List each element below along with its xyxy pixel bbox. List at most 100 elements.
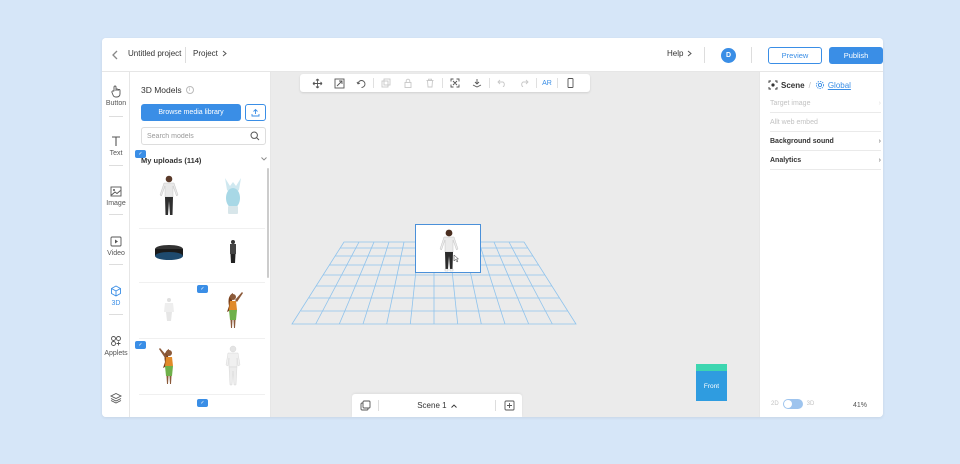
web-embed-row[interactable]: Allt web embed — [770, 113, 881, 132]
layers-icon — [110, 391, 122, 405]
target-image-row[interactable]: Target image › — [770, 94, 881, 113]
rail-item-label: Image — [106, 200, 126, 207]
row-label: Target image — [770, 99, 811, 107]
rail-item-label: 3D — [111, 300, 121, 307]
rail-item-image[interactable]: Image — [102, 184, 130, 207]
upload-tag: ✓ — [135, 150, 146, 158]
project-menu[interactable]: Project — [193, 49, 227, 58]
selected-model[interactable] — [415, 224, 481, 273]
help-menu[interactable]: Help — [667, 49, 693, 58]
chevron-right-icon — [688, 50, 693, 57]
divider — [109, 314, 123, 315]
model-thumbnail[interactable] — [203, 226, 263, 278]
chevron-right-icon: › — [878, 99, 881, 107]
divider — [109, 264, 123, 265]
chevron-right-icon: › — [878, 156, 881, 164]
add-scene-icon[interactable] — [496, 400, 522, 411]
rail-item-button[interactable]: Button — [102, 84, 130, 107]
tab-global[interactable]: Global — [815, 80, 851, 90]
models-panel: 3D Models i Browse media library My uplo… — [131, 72, 271, 417]
rail-item-label: Video — [107, 250, 125, 257]
divider — [109, 116, 123, 117]
gear-icon — [815, 80, 824, 90]
view-cube[interactable]: Front — [696, 364, 727, 401]
rail-item-3d[interactable]: 3D — [102, 284, 130, 307]
scene-canvas[interactable]: AR Front Scene 1 — [271, 72, 759, 417]
model-thumbnail[interactable] — [139, 396, 199, 417]
preview-button[interactable]: Preview — [768, 47, 822, 64]
tab-separator: / — [808, 80, 811, 90]
panel-tabs: Scene / Global — [768, 80, 851, 90]
scene-name: Scene 1 — [417, 401, 447, 410]
divider — [109, 165, 123, 166]
rail-item-label: Button — [105, 100, 127, 107]
divider — [704, 47, 705, 63]
avatar[interactable]: D — [721, 48, 736, 63]
help-menu-label: Help — [667, 49, 684, 58]
scene-bar: Scene 1 — [352, 394, 522, 417]
tab-scene-label: Scene — [781, 80, 805, 90]
browse-media-library-button[interactable]: Browse media library — [141, 104, 241, 121]
view-mode-toggle: 2D 3D — [771, 399, 814, 409]
divider — [139, 338, 265, 339]
tab-global-label: Global — [827, 80, 851, 90]
model-thumbnail[interactable] — [139, 340, 199, 392]
video-play-icon — [110, 234, 122, 248]
divider — [185, 47, 186, 63]
rail-item-text[interactable]: Text — [102, 134, 130, 157]
scenes-copy-icon[interactable] — [352, 400, 378, 411]
toggle-3d-label: 3D — [806, 401, 815, 407]
project-title[interactable]: Untitled project — [128, 49, 181, 58]
text-t-icon — [110, 134, 122, 148]
search-icon[interactable] — [250, 131, 260, 144]
scene-selector[interactable]: Scene 1 — [379, 401, 495, 410]
ground-grid — [291, 241, 577, 325]
chevron-right-icon — [222, 50, 227, 57]
divider — [751, 47, 752, 63]
panel-title: 3D Models i — [141, 85, 194, 95]
hand-pointer-icon — [110, 84, 122, 98]
uploads-section-title[interactable]: My uploads (114) — [141, 156, 201, 165]
upload-tag: ✓ — [197, 399, 208, 407]
model-thumbnail[interactable] — [203, 284, 263, 336]
back-chevron-icon[interactable] — [108, 48, 122, 62]
model-thumbnail[interactable] — [139, 226, 199, 278]
upload-icon — [251, 108, 260, 117]
model-thumbnail[interactable] — [203, 340, 263, 392]
view-mode-switch[interactable] — [782, 399, 803, 409]
rail-item-video[interactable]: Video — [102, 234, 130, 257]
scene-focus-icon — [768, 80, 778, 90]
properties-panel: Scene / Global Target image › Allt web e… — [759, 72, 883, 417]
view-cube-front-label: Front — [696, 371, 727, 401]
upload-tag: ✓ — [197, 285, 208, 293]
rail-item-label: Applets — [104, 350, 128, 357]
upload-button[interactable] — [245, 104, 266, 121]
scrollbar[interactable] — [267, 168, 269, 278]
divider — [109, 214, 123, 215]
search-input[interactable] — [142, 128, 247, 144]
search-field — [141, 127, 266, 145]
layers-button[interactable] — [102, 391, 130, 407]
background-sound-row[interactable]: Background sound › — [770, 132, 881, 151]
model-thumbnail[interactable] — [203, 396, 263, 417]
publish-button[interactable]: Publish — [829, 47, 883, 64]
info-icon[interactable]: i — [185, 86, 194, 94]
cube-icon — [110, 284, 122, 298]
row-label: Background sound — [770, 137, 834, 145]
tool-rail: Button Text Image Video 3D Applets — [102, 72, 130, 417]
tab-scene[interactable]: Scene — [768, 80, 805, 90]
applets-grid-icon — [110, 334, 122, 348]
chevron-right-icon: › — [878, 137, 881, 145]
model-thumbnail[interactable] — [139, 170, 199, 222]
row-label: Allt web embed — [770, 118, 818, 126]
zoom-level[interactable]: 41% — [853, 402, 867, 409]
model-thumbnail[interactable] — [203, 170, 263, 222]
rail-item-applets[interactable]: Applets — [102, 334, 130, 357]
chevron-down-icon[interactable] — [261, 156, 267, 163]
divider — [139, 282, 265, 283]
model-thumbnail[interactable] — [139, 284, 199, 336]
divider — [139, 394, 265, 395]
analytics-row[interactable]: Analytics › — [770, 151, 881, 170]
top-bar: Untitled project Project Help D Preview … — [102, 38, 883, 72]
panel-title-text: 3D Models — [141, 85, 182, 95]
